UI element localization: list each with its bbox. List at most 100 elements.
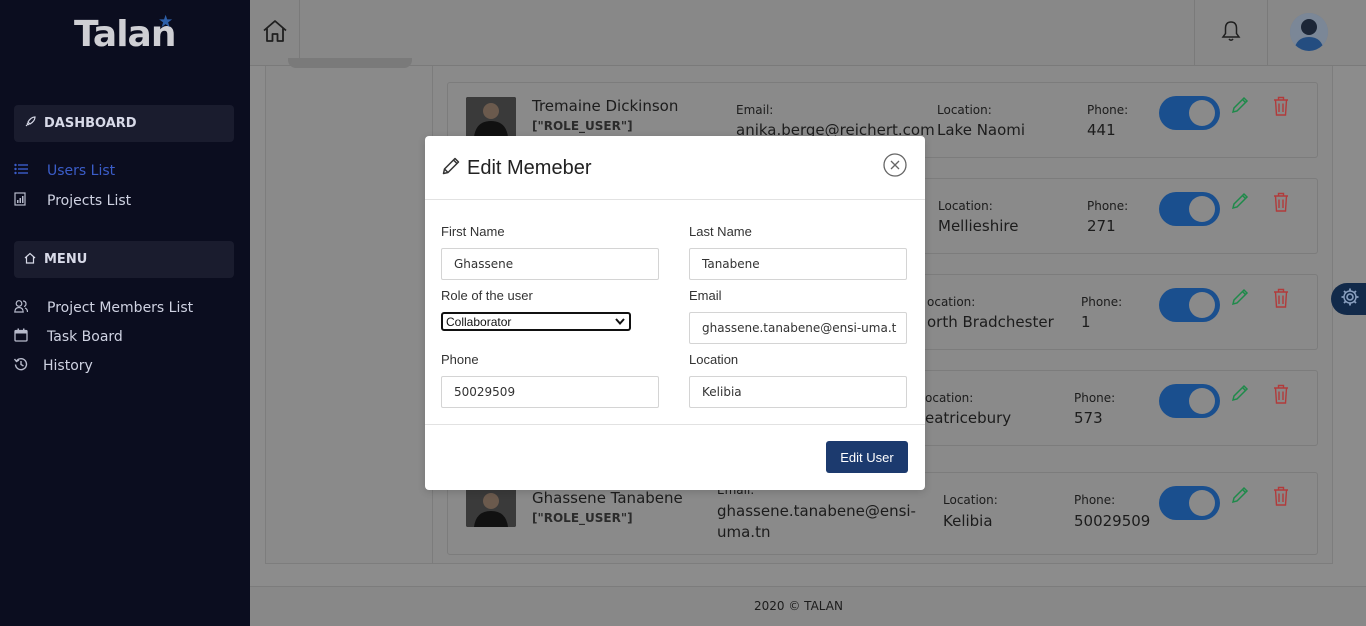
last-name-label: Last Name: [689, 224, 752, 239]
pencil-icon[interactable]: [1230, 191, 1250, 215]
calendar-icon: [14, 328, 47, 346]
list-icon: [14, 163, 47, 179]
notifications-button[interactable]: [1194, 0, 1268, 66]
user-active-toggle[interactable]: [1159, 96, 1220, 130]
user-location: eatricebury: [925, 409, 1012, 427]
phone-label: Phone:: [1074, 493, 1116, 507]
home-icon: [24, 252, 38, 267]
user-phone: 271: [1087, 217, 1116, 235]
bell-icon: [1221, 20, 1241, 46]
user-active-toggle[interactable]: [1159, 192, 1220, 226]
gear-icon: [1340, 287, 1360, 311]
star-icon: ★: [158, 12, 173, 32]
phone-label: Phone:: [1081, 295, 1123, 309]
location-label: Location:: [938, 199, 993, 213]
sidebar-item-projects-list[interactable]: Projects List: [14, 192, 131, 210]
sidebar-item-label: Project Members List: [47, 300, 194, 316]
sidebar-item-history[interactable]: History: [13, 357, 93, 375]
sidebar-item-label: Task Board: [47, 329, 123, 345]
user-phone: 573: [1074, 409, 1103, 427]
trash-icon[interactable]: [1272, 485, 1290, 511]
location-label: ocation:: [927, 295, 976, 309]
modal-title: Edit Memeber: [467, 156, 592, 179]
avatar[interactable]: [1290, 13, 1328, 51]
sidebar-item-label: History: [43, 358, 93, 374]
user-active-toggle[interactable]: [1159, 486, 1220, 520]
user-photo: [466, 97, 516, 137]
sidebar: Talan ★ DASHBOARD Users List Projects Li…: [0, 0, 250, 626]
sidebar-menu[interactable]: MENU: [14, 241, 234, 278]
home-icon: [262, 18, 288, 48]
footer-copyright: 2020 © TALAN: [754, 599, 843, 613]
trash-icon[interactable]: [1272, 95, 1290, 121]
trash-icon[interactable]: [1272, 287, 1290, 313]
filter-pill: [288, 58, 412, 68]
close-icon[interactable]: [883, 153, 907, 177]
role-select[interactable]: Collaborator: [441, 312, 631, 331]
email-label: Email: [689, 288, 722, 303]
phone-label: Phone:: [1087, 199, 1129, 213]
user-email: ghassene.tanabene@ensi-: [717, 502, 916, 520]
phone-label: Phone:: [1087, 103, 1129, 117]
edit-user-button[interactable]: Edit User: [826, 441, 908, 473]
location-label: ocation:: [925, 391, 974, 405]
modal-footer-divider: [425, 424, 925, 425]
history-icon: [13, 357, 43, 375]
sidebar-item-label: Projects List: [47, 193, 132, 209]
rocket-icon: [24, 116, 38, 131]
settings-toggle[interactable]: [1331, 283, 1366, 315]
user-phone: 441: [1087, 121, 1116, 139]
pencil-icon[interactable]: [1230, 287, 1250, 311]
first-name-input[interactable]: Ghassene: [441, 248, 659, 280]
sidebar-item-label: Users List: [47, 163, 116, 179]
location-label: Location:: [937, 103, 992, 117]
pencil-icon[interactable]: [1230, 485, 1250, 509]
email-input[interactable]: ghassene.tanabene@ensi-uma.t: [689, 312, 907, 344]
user-photo: [466, 487, 516, 527]
role-select-value: Collaborator: [446, 314, 512, 329]
chevron-down-icon: [615, 315, 625, 330]
users-icon: [14, 299, 47, 317]
user-role: ["ROLE_USER"]: [532, 511, 633, 525]
footer: 2020 © TALAN: [250, 586, 1366, 626]
user-active-toggle[interactable]: [1159, 288, 1220, 322]
sidebar-menu-label: MENU: [44, 252, 88, 267]
location-label: Location:: [943, 493, 998, 507]
pencil-icon: [441, 156, 461, 180]
user-name: Tremaine Dickinson: [532, 97, 679, 115]
email-label: Email:: [736, 103, 774, 117]
phone-label: Phone: [441, 352, 479, 367]
modal-header: Edit Memeber: [425, 136, 925, 200]
sidebar-dashboard-label: DASHBOARD: [44, 116, 137, 131]
home-button[interactable]: [250, 0, 300, 66]
pencil-icon[interactable]: [1230, 383, 1250, 407]
user-location: Kelibia: [943, 512, 993, 530]
location-label: Location: [689, 352, 739, 367]
user-active-toggle[interactable]: [1159, 384, 1220, 418]
phone-label: Phone:: [1074, 391, 1116, 405]
last-name-input[interactable]: Tanabene: [689, 248, 907, 280]
role-label: Role of the user: [441, 288, 533, 303]
user-role: ["ROLE_USER"]: [532, 119, 633, 133]
user-name: Ghassene Tanabene: [532, 489, 683, 507]
top-navbar: [250, 0, 1366, 66]
trash-icon[interactable]: [1272, 383, 1290, 409]
sidebar-item-users-list[interactable]: Users List: [14, 163, 115, 179]
user-location: orth Bradchester: [927, 313, 1054, 331]
user-phone: 50029509: [1074, 512, 1151, 530]
user-location: Lake Naomi: [937, 121, 1026, 139]
location-input[interactable]: Kelibia: [689, 376, 907, 408]
pencil-icon[interactable]: [1230, 95, 1250, 119]
sidebar-item-task-board[interactable]: Task Board: [14, 328, 123, 346]
chart-icon: [14, 192, 47, 210]
user-email-cont: uma.tn: [717, 523, 771, 541]
phone-input[interactable]: 50029509: [441, 376, 659, 408]
modal-title-wrap: Edit Memeber: [441, 156, 592, 180]
user-phone: 1: [1081, 313, 1091, 331]
talan-logo[interactable]: Talan ★: [74, 12, 176, 55]
sidebar-dashboard[interactable]: DASHBOARD: [14, 105, 234, 142]
sidebar-item-project-members-list[interactable]: Project Members List: [14, 299, 193, 317]
edit-member-modal: Edit Memeber First Name Ghassene Last Na…: [425, 136, 925, 490]
trash-icon[interactable]: [1272, 191, 1290, 217]
user-location: Mellieshire: [938, 217, 1019, 235]
